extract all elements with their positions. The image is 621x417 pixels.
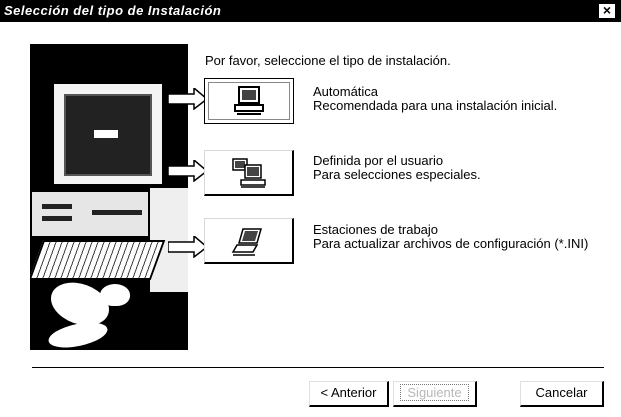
- option-title: Automática: [313, 84, 379, 99]
- single-computer-icon: [234, 86, 264, 115]
- custom-option-button[interactable]: [204, 150, 294, 196]
- instruction-text: Por favor, seleccione el tipo de instala…: [205, 53, 451, 68]
- disk-graphic: [46, 318, 110, 350]
- title-bar: Selección del tipo de Instalación ×: [0, 0, 621, 22]
- computer-illustration: [30, 44, 188, 350]
- monitor-graphic: [52, 82, 164, 186]
- laptop-icon: [231, 228, 262, 256]
- arrow-icon: [168, 160, 208, 182]
- option-description: Para selecciones especiales.: [313, 167, 481, 182]
- automatic-option-button[interactable]: [204, 78, 294, 124]
- workstation-option-button[interactable]: [204, 218, 294, 264]
- option-description: Recomendada para una instalación inicial…: [313, 98, 558, 113]
- monitor-screen: [64, 94, 152, 176]
- footer-divider: [32, 367, 604, 368]
- option-description: Para actualizar archivos de configuració…: [313, 236, 589, 251]
- close-button[interactable]: ×: [598, 3, 616, 19]
- arrow-icon: [168, 236, 208, 258]
- keyboard-graphic: [30, 240, 166, 280]
- back-button[interactable]: < Anterior: [309, 381, 389, 407]
- arrow-icon: [168, 88, 208, 110]
- option-title: Estaciones de trabajo: [313, 222, 439, 237]
- option-title: Definida por el usuario: [313, 153, 444, 168]
- cancel-button[interactable]: Cancelar: [520, 381, 604, 407]
- mouse-graphic: [100, 284, 130, 306]
- next-button[interactable]: Siguiente: [393, 381, 477, 407]
- next-button-label: Siguiente: [400, 384, 469, 401]
- multiple-computers-icon: [232, 158, 266, 188]
- window-title: Selección del tipo de Instalación: [4, 3, 222, 18]
